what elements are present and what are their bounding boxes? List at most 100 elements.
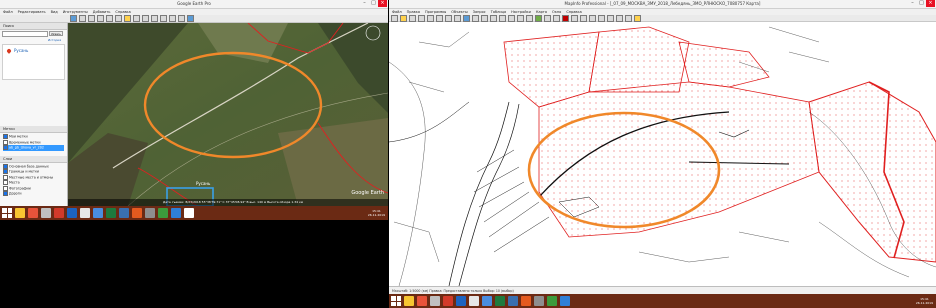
polygon-select-icon[interactable] — [490, 14, 497, 22]
app-icon[interactable] — [132, 208, 142, 218]
checkbox-icon[interactable] — [3, 174, 8, 180]
minimize-icon[interactable]: – — [360, 0, 369, 7]
app-icon[interactable] — [158, 208, 168, 218]
path-icon[interactable] — [97, 15, 104, 22]
explorer-icon[interactable] — [15, 208, 25, 218]
places-panel-header[interactable]: Метки — [0, 126, 67, 133]
save-image-icon[interactable] — [178, 15, 185, 22]
open-icon[interactable] — [400, 14, 407, 22]
label-icon[interactable] — [553, 14, 560, 22]
app-icon[interactable] — [184, 208, 194, 218]
ruler-icon[interactable] — [151, 15, 158, 22]
app-icon[interactable] — [560, 296, 570, 306]
print-icon[interactable] — [418, 14, 425, 22]
layer-item[interactable]: Дороги — [3, 191, 64, 197]
checkbox-icon[interactable] — [3, 169, 8, 174]
app-icon[interactable] — [534, 296, 544, 306]
browser-icon[interactable] — [28, 208, 38, 218]
search-input[interactable] — [2, 31, 48, 37]
paste-icon[interactable] — [445, 14, 452, 22]
mapinfo-map-view[interactable] — [389, 22, 936, 286]
app-icon[interactable] — [430, 296, 440, 306]
google-earth-taskbar-icon[interactable] — [119, 208, 129, 218]
taskbar-clock[interactable]: 15:41 26.11.2019 — [916, 297, 933, 305]
polyline-icon[interactable] — [580, 14, 587, 22]
overlay-icon[interactable] — [106, 15, 113, 22]
explorer-icon[interactable] — [404, 296, 414, 306]
app-icon[interactable] — [145, 208, 155, 218]
maps-icon[interactable] — [187, 15, 194, 22]
zoom-in-icon[interactable] — [499, 14, 506, 22]
sidebar-toggle-icon[interactable] — [70, 15, 77, 22]
search-button[interactable]: Искать — [49, 31, 63, 36]
word-icon[interactable] — [456, 296, 466, 306]
app-icon[interactable] — [171, 208, 181, 218]
taskbar-clock[interactable]: 15:41 26.11.2019 — [368, 209, 385, 217]
history-icon[interactable] — [124, 15, 131, 22]
land-parcel[interactable] — [588, 26, 690, 93]
save-icon[interactable] — [409, 14, 416, 22]
maximize-icon[interactable]: □ — [917, 0, 926, 7]
pdf-icon[interactable] — [54, 208, 64, 218]
yandex-icon[interactable] — [469, 296, 479, 306]
select-icon[interactable] — [463, 14, 470, 22]
checkbox-icon[interactable] — [3, 191, 8, 196]
yandex-icon[interactable] — [80, 208, 90, 218]
sun-icon[interactable] — [133, 15, 140, 22]
pdf-icon[interactable] — [443, 296, 453, 306]
placemark-icon[interactable] — [79, 15, 86, 22]
search-panel-header[interactable]: Поиск — [0, 23, 67, 30]
ellipse-icon[interactable] — [607, 14, 614, 22]
checkbox-icon[interactable] — [3, 180, 8, 185]
close-icon[interactable]: × — [926, 0, 935, 7]
search-result[interactable]: Русань — [2, 44, 65, 80]
checkbox-icon[interactable] — [3, 139, 8, 145]
cut-icon[interactable] — [427, 14, 434, 22]
word-icon[interactable] — [67, 208, 77, 218]
app-icon[interactable] — [41, 208, 51, 218]
satellite-map-view[interactable]: Русань — [68, 23, 388, 206]
checkbox-icon[interactable] — [3, 145, 8, 150]
google-earth-taskbar-icon[interactable] — [508, 296, 518, 306]
arc-icon[interactable] — [589, 14, 596, 22]
app-icon[interactable] — [482, 296, 492, 306]
excel-icon[interactable] — [106, 208, 116, 218]
app-icon[interactable] — [93, 208, 103, 218]
app-icon[interactable] — [547, 296, 557, 306]
style-icon[interactable] — [634, 14, 641, 22]
app-icon[interactable] — [521, 296, 531, 306]
layers-panel-header[interactable]: Слои — [0, 155, 67, 163]
ge-titlebar[interactable]: Google Earth Pro – □ × — [0, 0, 388, 9]
text-icon[interactable] — [625, 14, 632, 22]
polygon-icon[interactable] — [598, 14, 605, 22]
radius-select-icon[interactable] — [481, 14, 488, 22]
polygon-icon[interactable] — [88, 15, 95, 22]
places-item-selected[interactable]: ab_gb_izkova_vr_202 — [3, 145, 64, 151]
draw-icon[interactable] — [562, 14, 569, 22]
print-icon[interactable] — [169, 15, 176, 22]
undo-icon[interactable] — [454, 14, 461, 22]
search-result-label[interactable]: Русань — [14, 48, 28, 53]
info-icon[interactable] — [526, 14, 533, 22]
browser-icon[interactable] — [417, 296, 427, 306]
tour-icon[interactable] — [115, 15, 122, 22]
windows-start-icon[interactable] — [2, 208, 12, 218]
close-icon[interactable]: × — [378, 0, 387, 7]
checkbox-icon[interactable] — [3, 185, 8, 191]
checkbox-icon[interactable] — [3, 134, 8, 139]
rectangle-icon[interactable] — [616, 14, 623, 22]
minimize-icon[interactable]: – — [908, 0, 917, 7]
excel-icon[interactable] — [495, 296, 505, 306]
mi-titlebar[interactable]: MapInfo Professional - [_07_09_МОСКВА_ЗМ… — [389, 0, 936, 9]
layer-control-icon[interactable] — [535, 14, 542, 22]
new-icon[interactable] — [391, 14, 398, 22]
zoom-out-icon[interactable] — [508, 14, 515, 22]
email-icon[interactable] — [160, 15, 167, 22]
history-link[interactable]: История — [0, 38, 67, 42]
grabber-icon[interactable] — [517, 14, 524, 22]
checkbox-icon[interactable] — [3, 163, 8, 169]
ruler-icon[interactable] — [544, 14, 551, 22]
planets-icon[interactable] — [142, 15, 149, 22]
marquee-icon[interactable] — [472, 14, 479, 22]
copy-icon[interactable] — [436, 14, 443, 22]
